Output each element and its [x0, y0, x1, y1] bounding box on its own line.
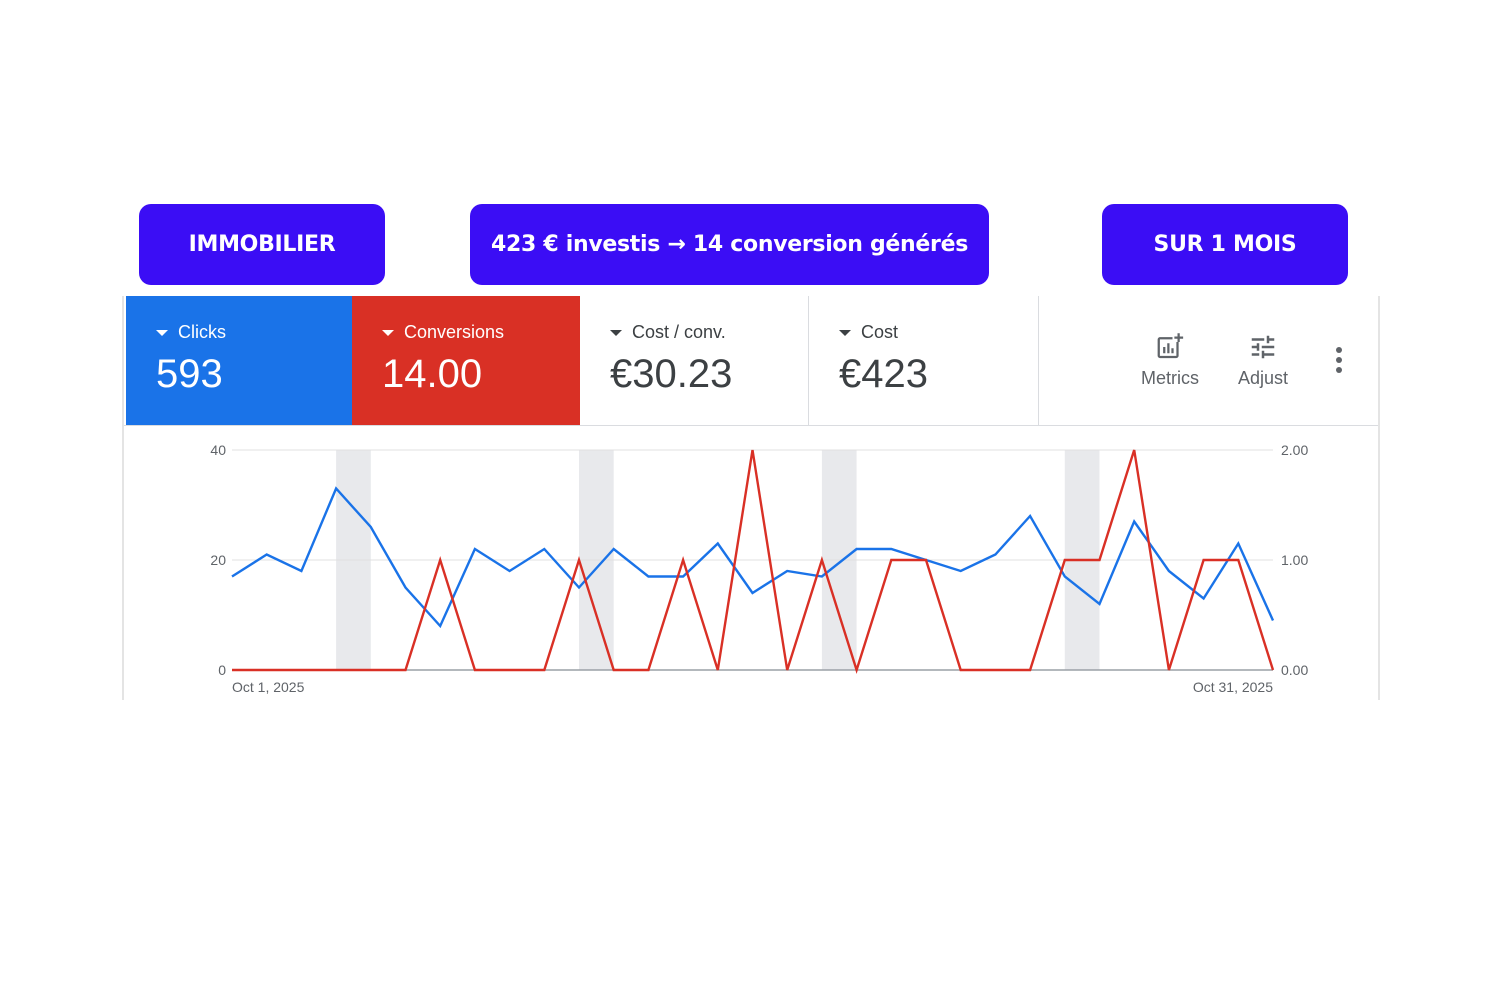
scorecard-clicks-label: Clicks	[178, 322, 226, 342]
tune-icon	[1251, 335, 1275, 359]
caret-down-icon	[156, 329, 168, 336]
adjust-button[interactable]: Adjust	[1223, 332, 1303, 389]
summary-banner: 423 € investis → 14 conversion générés	[470, 204, 989, 285]
scorecard-conversions[interactable]: Conversions 14.00	[352, 296, 580, 425]
scorecard-cost-label: Cost	[861, 322, 899, 342]
metrics-label: Metrics	[1141, 368, 1199, 388]
x-axis-end-label: Oct 31, 2025	[1193, 679, 1273, 695]
right-axis-tick: 2.00	[1281, 442, 1308, 458]
adjust-label: Adjust	[1237, 368, 1289, 388]
caret-down-icon	[610, 329, 622, 336]
performance-chart: 0 20 40 0.00 1.00 2.00 Oct 1, 2025 Oct 31, 2025	[210, 442, 1308, 695]
scorecard-cost-header: Cost	[839, 322, 898, 343]
scorecard-clicks[interactable]: Clicks 593	[126, 296, 352, 425]
scorecard-conversions-header: Conversions	[382, 322, 504, 343]
scorecard-cost-value: €423	[839, 352, 928, 396]
period-banner: SUR 1 MOIS	[1102, 204, 1348, 285]
scorecard-cost-per-conv[interactable]: Cost / conv. €30.23	[580, 296, 809, 425]
x-axis-start-label: Oct 1, 2025	[232, 679, 305, 695]
scorecard-cost-per-conv-label: Cost / conv.	[632, 322, 726, 342]
scorecard-clicks-header: Clicks	[156, 322, 226, 343]
more-vert-icon	[1336, 347, 1342, 373]
left-axis-tick: 20	[210, 552, 226, 568]
scorecard-cost-per-conv-header: Cost / conv.	[610, 322, 726, 343]
scorecard-row: Clicks 593 Conversions 14.00 Cost / conv…	[124, 296, 1378, 426]
more-options-button[interactable]	[1324, 344, 1354, 376]
caret-down-icon	[382, 329, 394, 336]
add-chart-icon	[1157, 333, 1185, 359]
scorecard-cost-per-conv-value: €30.23	[610, 352, 733, 396]
left-axis-tick: 0	[218, 662, 226, 678]
right-axis-tick: 0.00	[1281, 662, 1308, 678]
scorecard-conversions-label: Conversions	[404, 322, 505, 342]
category-banner: IMMOBILIER	[139, 204, 385, 285]
right-axis-tick: 1.00	[1281, 552, 1308, 568]
performance-card: Clicks 593 Conversions 14.00 Cost / conv…	[122, 296, 1380, 700]
left-axis-tick: 40	[210, 442, 226, 458]
series-line-clicks	[231, 486, 1275, 629]
metrics-button[interactable]: Metrics	[1130, 332, 1210, 389]
caret-down-icon	[839, 329, 851, 336]
scorecard-cost[interactable]: Cost €423	[809, 296, 1039, 425]
scorecard-conversions-value: 14.00	[382, 352, 483, 396]
scorecard-clicks-value: 593	[156, 352, 223, 396]
